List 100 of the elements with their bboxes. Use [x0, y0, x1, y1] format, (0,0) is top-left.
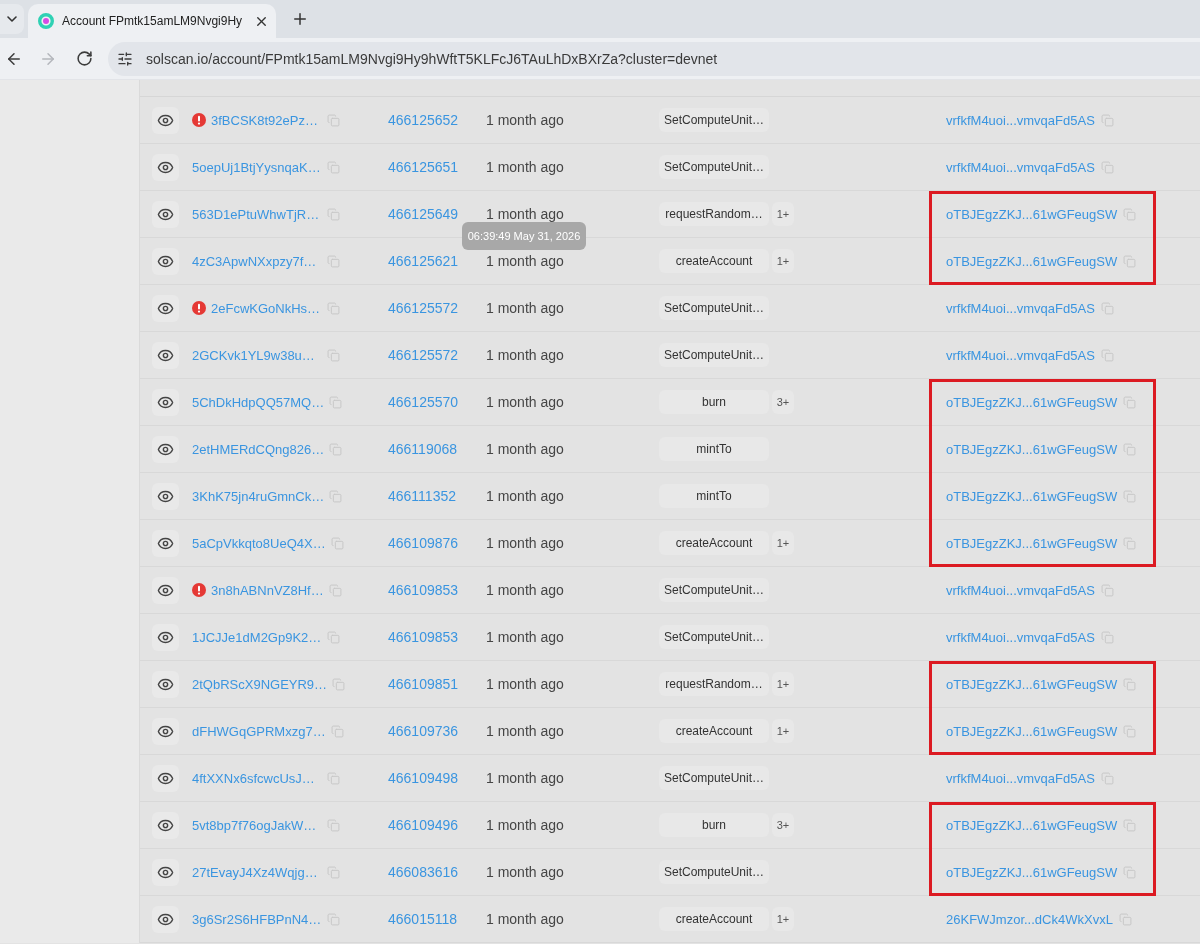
signer-link[interactable]: oTBJEgzZKJ...61wGFeugSW — [946, 253, 1118, 269]
copy-icon[interactable] — [327, 207, 340, 221]
signature-link[interactable]: 563D1ePtuWhwTjR… — [192, 206, 320, 222]
block-link[interactable]: 466109496 — [388, 817, 459, 833]
copy-icon[interactable] — [1123, 489, 1137, 503]
block-link[interactable]: 466125649 — [388, 206, 459, 222]
signature-link[interactable]: 2tQbRScX9NGEYR9… — [192, 676, 328, 692]
copy-icon[interactable] — [1100, 160, 1114, 174]
signature-link[interactable]: dFHWGqGPRMxzg7… — [192, 723, 326, 739]
view-button[interactable] — [152, 106, 179, 134]
signature-link[interactable]: 2GCKvk1YL9w38u… — [192, 347, 315, 363]
block-link[interactable]: 466125652 — [388, 112, 459, 128]
block-link[interactable]: 466109851 — [388, 676, 459, 692]
copy-icon[interactable] — [1100, 583, 1114, 597]
copy-icon[interactable] — [1118, 912, 1132, 926]
view-button[interactable] — [152, 247, 179, 275]
copy-icon[interactable] — [327, 771, 340, 785]
copy-icon[interactable] — [1100, 771, 1114, 785]
copy-icon[interactable] — [327, 912, 340, 926]
address-bar[interactable]: solscan.io/account/FPmtk15amLM9Nvgi9Hy9hWftT5KLFcJ6TAuLhDxBXrZa?cluster=devnet — [108, 41, 1200, 76]
signature-link[interactable]: 1JCJJe1dM2Gp9K2… — [192, 629, 322, 645]
copy-icon[interactable] — [1123, 724, 1137, 738]
tab-search-button[interactable] — [0, 4, 24, 34]
copy-icon[interactable] — [1123, 865, 1137, 879]
copy-icon[interactable] — [1100, 113, 1114, 127]
copy-icon[interactable] — [1123, 818, 1137, 832]
signer-link[interactable]: oTBJEgzZKJ...61wGFeugSW — [946, 535, 1118, 551]
block-link[interactable]: 466109736 — [388, 723, 459, 739]
signer-link[interactable]: oTBJEgzZKJ...61wGFeugSW — [946, 676, 1118, 692]
copy-icon[interactable] — [329, 442, 343, 456]
signature-link[interactable]: 3g6Sr2S6HFBPnN4… — [192, 911, 322, 927]
block-link[interactable]: 466125570 — [388, 394, 459, 410]
signer-link[interactable]: oTBJEgzZKJ...61wGFeugSW — [946, 441, 1118, 457]
copy-icon[interactable] — [327, 630, 340, 644]
block-link[interactable]: 466125651 — [388, 159, 459, 175]
copy-icon[interactable] — [329, 489, 343, 503]
view-button[interactable] — [152, 482, 179, 510]
view-button[interactable] — [152, 341, 179, 369]
copy-icon[interactable] — [1123, 442, 1137, 456]
copy-icon[interactable] — [1123, 536, 1137, 550]
block-link[interactable]: 466109853 — [388, 629, 459, 645]
signer-link[interactable]: vrfkfM4uoi...vmvqaFd5AS — [946, 112, 1095, 128]
signer-link[interactable]: vrfkfM4uoi...vmvqaFd5AS — [946, 629, 1095, 645]
block-link[interactable]: 466109876 — [388, 535, 459, 551]
copy-icon[interactable] — [327, 865, 340, 879]
view-button[interactable] — [152, 529, 179, 557]
block-link[interactable]: 466119068 — [388, 441, 458, 457]
browser-tab[interactable]: Account FPmtk15amLM9Nvgi9Hy — [28, 4, 277, 38]
signature-link[interactable]: 5ChDkHdpQQ57MQ… — [192, 394, 325, 410]
signer-link[interactable]: oTBJEgzZKJ...61wGFeugSW — [946, 206, 1118, 222]
copy-icon[interactable] — [1123, 207, 1137, 221]
view-button[interactable] — [152, 200, 179, 228]
copy-icon[interactable] — [329, 395, 343, 409]
copy-icon[interactable] — [332, 677, 346, 691]
view-button[interactable] — [152, 576, 179, 604]
block-link[interactable]: 466083616 — [388, 864, 459, 880]
view-button[interactable] — [152, 905, 179, 933]
copy-icon[interactable] — [1100, 348, 1114, 362]
block-link[interactable]: 466109853 — [388, 582, 459, 598]
copy-icon[interactable] — [330, 724, 344, 738]
signature-link[interactable]: 5oepUj1BtjYysnqaK… — [192, 159, 321, 175]
block-link[interactable]: 466125572 — [388, 347, 459, 363]
copy-icon[interactable] — [327, 113, 340, 127]
block-link[interactable]: 466109498 — [388, 770, 459, 786]
signer-link[interactable]: vrfkfM4uoi...vmvqaFd5AS — [946, 300, 1095, 316]
signer-link[interactable]: oTBJEgzZKJ...61wGFeugSW — [946, 723, 1118, 739]
signature-link[interactable]: 3fBCSK8t92ePz… — [211, 112, 318, 128]
signature-link[interactable]: 4zC3ApwNXxpzy7f… — [192, 253, 317, 269]
signature-link[interactable]: 5vt8bp7f76ogJakW… — [192, 817, 317, 833]
signature-link[interactable]: 27tEvayJ4Xz4Wqjg… — [192, 864, 318, 880]
copy-icon[interactable] — [327, 348, 340, 362]
view-button[interactable] — [152, 858, 179, 886]
copy-icon[interactable] — [1123, 254, 1137, 268]
copy-icon[interactable] — [327, 254, 340, 268]
copy-icon[interactable] — [1123, 395, 1137, 409]
signer-link[interactable]: 26KFWJmzor...dCk4WkXvxL — [946, 911, 1113, 927]
view-button[interactable] — [152, 670, 179, 698]
signer-link[interactable]: vrfkfM4uoi...vmvqaFd5AS — [946, 582, 1095, 598]
copy-icon[interactable] — [327, 301, 340, 315]
view-button[interactable] — [152, 811, 179, 839]
block-link[interactable]: 466125572 — [388, 300, 459, 316]
view-button[interactable] — [152, 388, 179, 416]
block-link[interactable]: 466111352 — [388, 488, 456, 504]
block-link[interactable]: 466015118 — [388, 911, 458, 927]
copy-icon[interactable] — [328, 583, 342, 597]
copy-icon[interactable] — [327, 818, 340, 832]
signer-link[interactable]: oTBJEgzZKJ...61wGFeugSW — [946, 488, 1118, 504]
copy-icon[interactable] — [327, 160, 340, 174]
signature-link[interactable]: 2etHMERdCQng826… — [192, 441, 325, 457]
copy-icon[interactable] — [1100, 301, 1114, 315]
copy-icon[interactable] — [1123, 677, 1137, 691]
copy-icon[interactable] — [330, 536, 344, 550]
signer-link[interactable]: oTBJEgzZKJ...61wGFeugSW — [946, 864, 1118, 880]
view-button[interactable] — [152, 764, 179, 792]
signature-link[interactable]: 2eFcwKGoNkHs… — [211, 300, 321, 316]
signer-link[interactable]: oTBJEgzZKJ...61wGFeugSW — [946, 817, 1118, 833]
view-button[interactable] — [152, 153, 179, 181]
signature-link[interactable]: 3KhK75jn4ruGmnCk… — [192, 488, 325, 504]
signer-link[interactable]: vrfkfM4uoi...vmvqaFd5AS — [946, 347, 1095, 363]
signer-link[interactable]: vrfkfM4uoi...vmvqaFd5AS — [946, 159, 1095, 175]
